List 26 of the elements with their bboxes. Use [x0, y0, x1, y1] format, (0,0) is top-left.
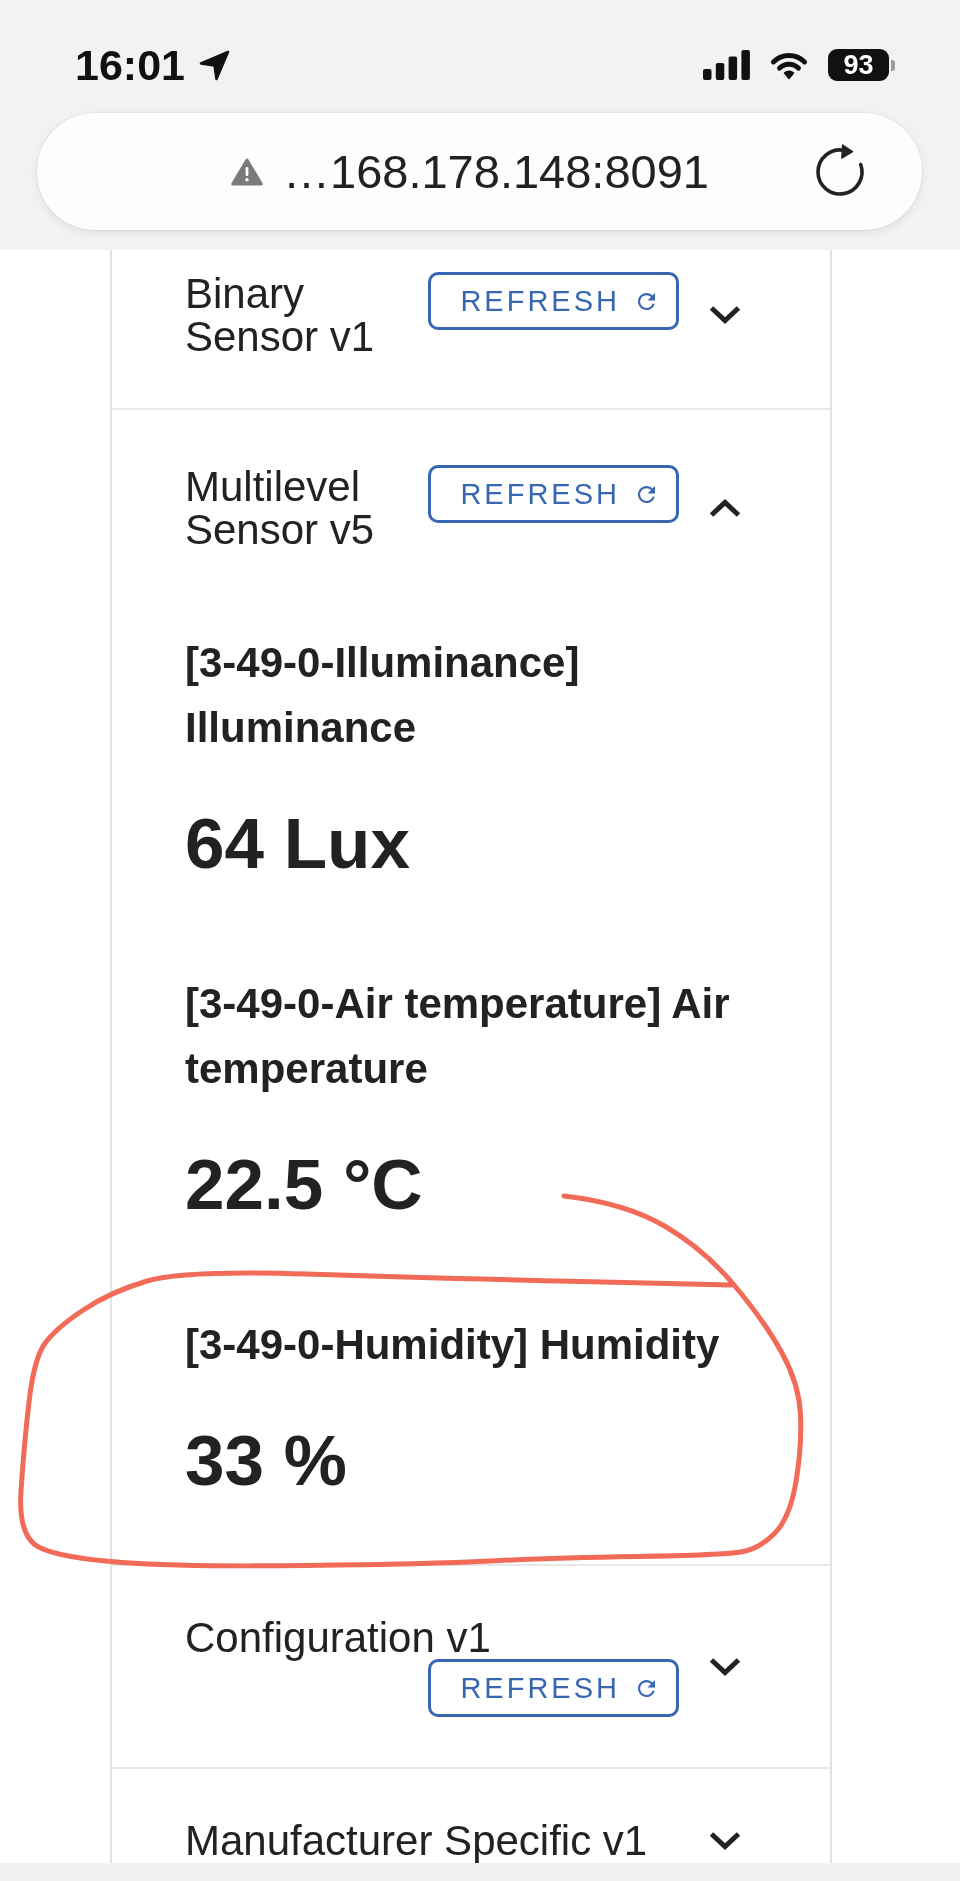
chevron-up-icon[interactable] — [708, 498, 742, 518]
sensor-value: 33 % — [185, 1420, 348, 1502]
cellular-signal-icon — [703, 50, 750, 80]
chevron-down-icon[interactable] — [708, 1656, 742, 1677]
sensor-label: [3-49-0-Illuminance] Illuminance — [185, 638, 581, 753]
refresh-button[interactable]: REFRESH — [428, 1659, 679, 1717]
status-time: 16:01 — [75, 43, 185, 87]
sensor-label: [3-49-0-Air temperature] Air temperature — [185, 979, 731, 1094]
refresh-button[interactable]: REFRESH — [428, 272, 679, 330]
section-title: Configuration v1 — [185, 1616, 492, 1659]
wifi-icon — [768, 50, 810, 80]
refresh-button[interactable]: REFRESH — [428, 465, 679, 523]
chevron-down-icon[interactable] — [708, 305, 742, 325]
sensor-value: 22.5 °C — [185, 1144, 424, 1226]
battery-indicator: 93 — [828, 49, 895, 81]
sensor-value: 64 Lux — [185, 803, 411, 885]
refresh-icon — [638, 292, 655, 310]
section-title: Multilevel Sensor v5 — [185, 465, 376, 551]
chevron-down-icon[interactable] — [708, 1830, 742, 1851]
refresh-icon — [638, 1679, 655, 1697]
sensor-label: [3-49-0-Humidity] Humidity — [185, 1320, 721, 1370]
section-title: Binary Sensor v1 — [185, 272, 376, 358]
refresh-icon — [638, 485, 655, 503]
url-text: …168.178.148:8091 — [283, 145, 709, 198]
location-arrow-icon — [198, 48, 231, 82]
address-bar[interactable]: …168.178.148:8091 — [37, 113, 922, 230]
